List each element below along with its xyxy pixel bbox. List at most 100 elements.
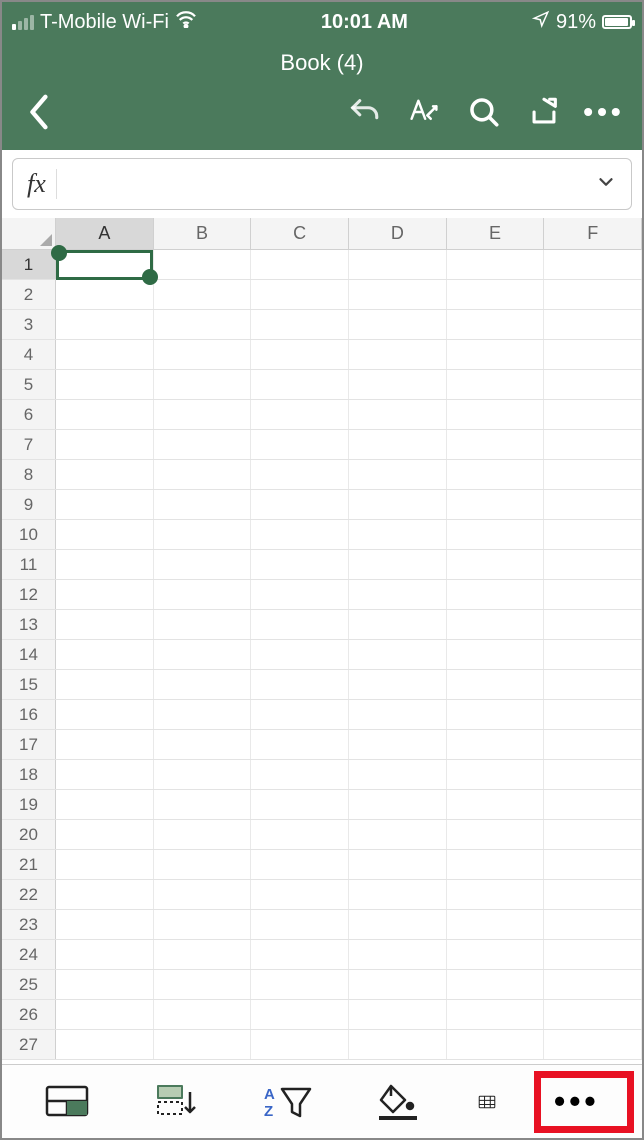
cell-A22[interactable]: [56, 880, 154, 909]
column-header-B[interactable]: B: [154, 218, 252, 249]
cell-B7[interactable]: [154, 430, 252, 459]
cell-C7[interactable]: [251, 430, 349, 459]
cell-D11[interactable]: [349, 550, 447, 579]
cell-D2[interactable]: [349, 280, 447, 309]
search-button[interactable]: [460, 88, 508, 136]
cell-D10[interactable]: [349, 520, 447, 549]
cell-D15[interactable]: [349, 670, 447, 699]
cell-D8[interactable]: [349, 460, 447, 489]
cell-C1[interactable]: [251, 250, 349, 279]
row-header-6[interactable]: 6: [2, 400, 56, 429]
cell-A26[interactable]: [56, 1000, 154, 1029]
cell-B6[interactable]: [154, 400, 252, 429]
column-header-D[interactable]: D: [349, 218, 447, 249]
cell-C13[interactable]: [251, 610, 349, 639]
cell-A24[interactable]: [56, 940, 154, 969]
cell-B15[interactable]: [154, 670, 252, 699]
cell-F8[interactable]: [544, 460, 642, 489]
cell-C23[interactable]: [251, 910, 349, 939]
cell-C25[interactable]: [251, 970, 349, 999]
cell-C11[interactable]: [251, 550, 349, 579]
cell-F11[interactable]: [544, 550, 642, 579]
row-header-12[interactable]: 12: [2, 580, 56, 609]
row-header-14[interactable]: 14: [2, 640, 56, 669]
cell-A15[interactable]: [56, 670, 154, 699]
cell-F7[interactable]: [544, 430, 642, 459]
row-header-21[interactable]: 21: [2, 850, 56, 879]
cell-F17[interactable]: [544, 730, 642, 759]
more-button[interactable]: •••: [580, 88, 628, 136]
cell-E20[interactable]: [447, 820, 545, 849]
cell-B4[interactable]: [154, 340, 252, 369]
cell-E16[interactable]: [447, 700, 545, 729]
cell-D12[interactable]: [349, 580, 447, 609]
cell-D7[interactable]: [349, 430, 447, 459]
cell-A14[interactable]: [56, 640, 154, 669]
cell-D1[interactable]: [349, 250, 447, 279]
cell-D5[interactable]: [349, 370, 447, 399]
cell-D4[interactable]: [349, 340, 447, 369]
chevron-down-icon[interactable]: [595, 171, 617, 198]
row-header-22[interactable]: 22: [2, 880, 56, 909]
cell-E7[interactable]: [447, 430, 545, 459]
select-all-corner[interactable]: [2, 218, 56, 249]
cell-E17[interactable]: [447, 730, 545, 759]
cell-E11[interactable]: [447, 550, 545, 579]
row-header-5[interactable]: 5: [2, 370, 56, 399]
cell-B12[interactable]: [154, 580, 252, 609]
row-header-7[interactable]: 7: [2, 430, 56, 459]
cell-E8[interactable]: [447, 460, 545, 489]
cell-C27[interactable]: [251, 1030, 349, 1059]
row-header-26[interactable]: 26: [2, 1000, 56, 1029]
cell-A9[interactable]: [56, 490, 154, 519]
cell-F21[interactable]: [544, 850, 642, 879]
row-header-10[interactable]: 10: [2, 520, 56, 549]
cell-A19[interactable]: [56, 790, 154, 819]
cell-A5[interactable]: [56, 370, 154, 399]
cell-C2[interactable]: [251, 280, 349, 309]
cell-A20[interactable]: [56, 820, 154, 849]
cell-A13[interactable]: [56, 610, 154, 639]
cell-B22[interactable]: [154, 880, 252, 909]
cell-B24[interactable]: [154, 940, 252, 969]
row-header-23[interactable]: 23: [2, 910, 56, 939]
cell-B11[interactable]: [154, 550, 252, 579]
cell-F18[interactable]: [544, 760, 642, 789]
cell-E19[interactable]: [447, 790, 545, 819]
cell-B19[interactable]: [154, 790, 252, 819]
cell-A16[interactable]: [56, 700, 154, 729]
cell-F13[interactable]: [544, 610, 642, 639]
cell-C12[interactable]: [251, 580, 349, 609]
cell-C14[interactable]: [251, 640, 349, 669]
cell-F23[interactable]: [544, 910, 642, 939]
row-header-15[interactable]: 15: [2, 670, 56, 699]
cell-B26[interactable]: [154, 1000, 252, 1029]
cell-B13[interactable]: [154, 610, 252, 639]
cell-E15[interactable]: [447, 670, 545, 699]
row-header-27[interactable]: 27: [2, 1030, 56, 1059]
cell-E5[interactable]: [447, 370, 545, 399]
cell-F2[interactable]: [544, 280, 642, 309]
cell-F10[interactable]: [544, 520, 642, 549]
cell-E3[interactable]: [447, 310, 545, 339]
fill-color-button[interactable]: [368, 1077, 428, 1127]
row-header-20[interactable]: 20: [2, 820, 56, 849]
cell-E23[interactable]: [447, 910, 545, 939]
cell-F16[interactable]: [544, 700, 642, 729]
cell-D19[interactable]: [349, 790, 447, 819]
cell-D25[interactable]: [349, 970, 447, 999]
cell-A2[interactable]: [56, 280, 154, 309]
cell-C6[interactable]: [251, 400, 349, 429]
back-button[interactable]: [16, 88, 64, 136]
column-header-C[interactable]: C: [251, 218, 349, 249]
cell-F27[interactable]: [544, 1030, 642, 1059]
row-header-1[interactable]: 1: [2, 250, 56, 279]
cell-E13[interactable]: [447, 610, 545, 639]
cell-A27[interactable]: [56, 1030, 154, 1059]
cell-A18[interactable]: [56, 760, 154, 789]
cell-A1[interactable]: [56, 250, 154, 279]
cell-C20[interactable]: [251, 820, 349, 849]
cell-E10[interactable]: [447, 520, 545, 549]
row-header-17[interactable]: 17: [2, 730, 56, 759]
cell-C9[interactable]: [251, 490, 349, 519]
